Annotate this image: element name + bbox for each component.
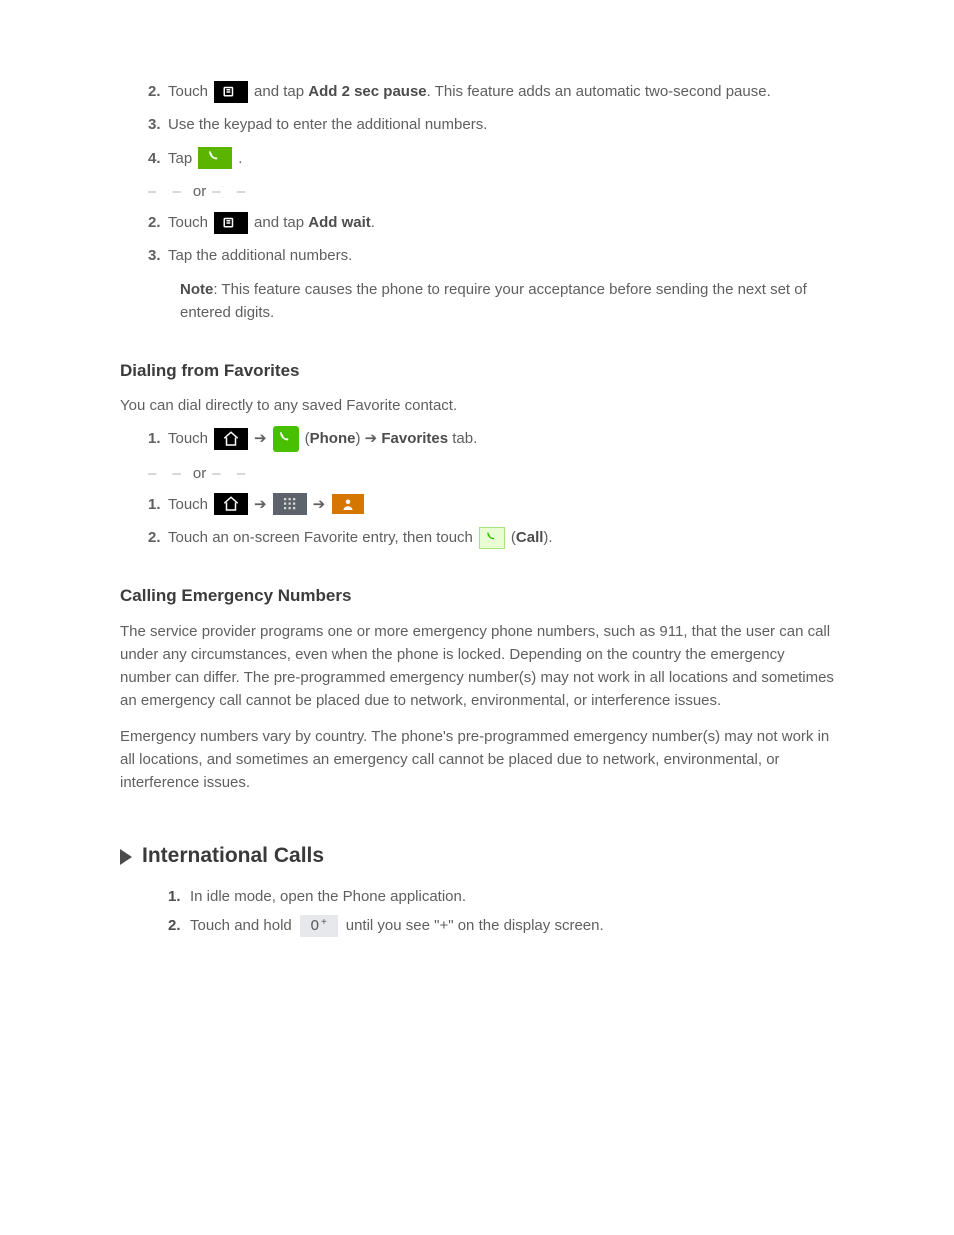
or-label: or — [193, 462, 206, 485]
apps-grid-icon[interactable] — [273, 493, 307, 515]
step-number: 4. — [148, 147, 162, 170]
menu-icon[interactable] — [214, 212, 248, 234]
heading-international: International Calls — [142, 840, 324, 873]
text: and tap — [254, 83, 308, 100]
text: ) ➔ — [355, 430, 381, 447]
step-number: 2. — [168, 914, 182, 937]
text: Use the keypad to enter the additional n… — [168, 113, 487, 136]
menu-item-label: Add wait — [308, 214, 371, 231]
or-label: or — [193, 180, 206, 203]
text: . — [371, 214, 375, 231]
step-number: 3. — [148, 113, 162, 136]
play-triangle-icon — [120, 849, 132, 865]
label-phone: Phone — [310, 430, 356, 447]
heading-emergency: Calling Emergency Numbers — [120, 583, 834, 609]
home-icon[interactable] — [214, 493, 248, 515]
contacts-app-icon[interactable] — [331, 493, 365, 515]
call-small-icon[interactable] — [479, 527, 505, 549]
text: . This feature adds an automatic two-sec… — [427, 83, 771, 100]
text: . — [238, 147, 242, 170]
text: tab. — [448, 430, 477, 447]
call-icon[interactable] — [198, 147, 232, 169]
keypad-zero-plus-icon[interactable]: 0+ — [300, 915, 338, 937]
text: Touch and hold — [190, 914, 292, 937]
text: Touch — [168, 211, 208, 234]
menu-item-label: Add 2 sec pause — [308, 83, 426, 100]
step-number: 2. — [148, 211, 162, 234]
arrow: ➔ — [254, 427, 267, 450]
home-icon[interactable] — [214, 428, 248, 450]
text: Touch — [168, 493, 208, 516]
arrow: ➔ — [254, 493, 267, 516]
note-body: : This feature causes the phone to requi… — [180, 281, 807, 321]
note-label: Note — [180, 281, 213, 298]
step-number: 1. — [168, 885, 182, 908]
text: Touch an on-screen Favorite entry, then … — [168, 526, 473, 549]
label-favorites: Favorites — [381, 430, 448, 447]
emergency-text-1: The service provider programs one or mor… — [120, 620, 834, 713]
text: ). — [543, 529, 552, 546]
favorites-intro: You can dial directly to any saved Favor… — [120, 394, 834, 417]
label-call: Call — [516, 529, 544, 546]
text: Touch — [168, 80, 208, 103]
text: In idle mode, open the Phone application… — [190, 885, 466, 908]
step-number: 2. — [148, 80, 162, 103]
text: Tap — [168, 147, 192, 170]
step-number: 3. — [148, 244, 162, 267]
text: Touch — [168, 427, 208, 450]
step-number: 1. — [148, 493, 162, 516]
divider-dash: – – — [212, 180, 251, 203]
emergency-text-2: Emergency numbers vary by country. The p… — [120, 725, 834, 795]
text: until you see "+" on the display screen. — [346, 914, 604, 937]
divider-dash: – – — [148, 462, 187, 485]
divider-dash: – – — [212, 462, 251, 485]
menu-icon[interactable] — [214, 81, 248, 103]
divider-dash: – – — [148, 180, 187, 203]
text: Tap the additional numbers. — [168, 244, 352, 267]
phone-app-icon[interactable] — [273, 426, 299, 452]
heading-favorites: Dialing from Favorites — [120, 358, 834, 384]
arrow: ➔ — [313, 493, 326, 516]
step-number: 2. — [148, 526, 162, 549]
step-number: 1. — [148, 427, 162, 450]
text: and tap — [254, 214, 308, 231]
